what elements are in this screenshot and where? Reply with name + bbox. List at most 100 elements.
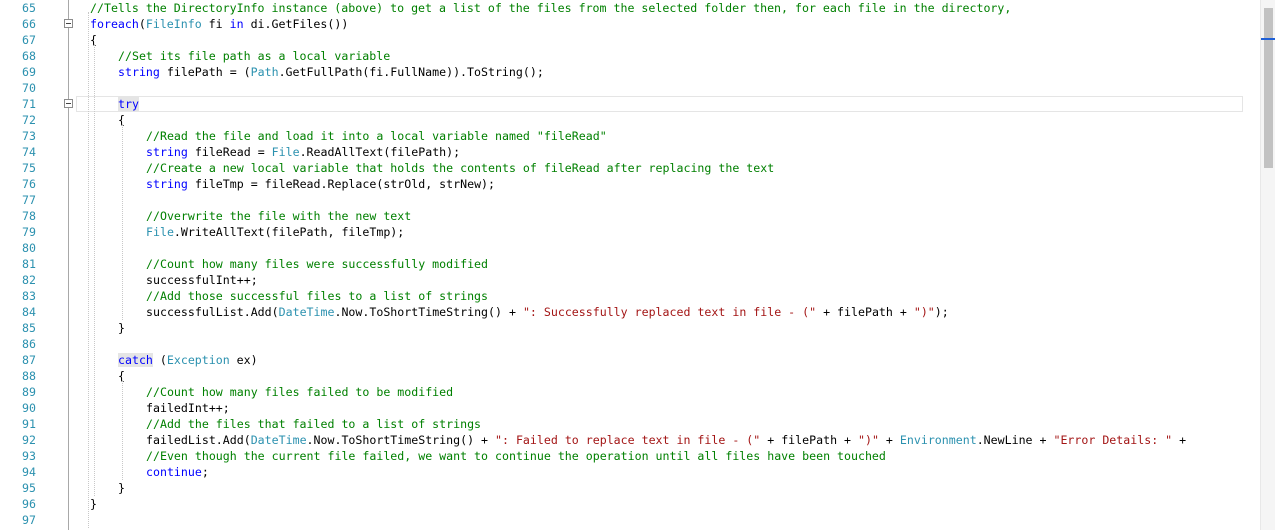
collapse-toggle-icon[interactable]	[64, 99, 73, 108]
code-token: .WriteAllText(filePath, fileTmp);	[173, 225, 405, 239]
line-number: 87	[22, 353, 36, 367]
code-token: }	[90, 497, 97, 511]
code-token: //Create a new local variable that holds…	[146, 161, 775, 175]
code-token: ": Successfully replaced text in file - …	[522, 305, 817, 319]
code-line[interactable]: }	[118, 320, 125, 336]
code-line[interactable]: }	[90, 496, 97, 512]
code-token: fileTmp = fileRead.Replace(strOld, strNe…	[187, 177, 496, 191]
line-number: 90	[22, 401, 36, 415]
code-token: Exception	[166, 353, 230, 367]
code-token: //Count how many files were successfully…	[146, 257, 489, 271]
line-number: 72	[22, 113, 36, 127]
line-number: 88	[22, 369, 36, 383]
code-token: in	[229, 17, 244, 31]
code-line[interactable]: string fileTmp = fileRead.Replace(strOld…	[146, 176, 495, 192]
code-token: continue	[146, 465, 202, 479]
line-number: 92	[22, 433, 36, 447]
code-line[interactable]: //Tells the DirectoryInfo instance (abov…	[90, 0, 1011, 16]
code-token: .Now.ToShortTimeString() +	[334, 305, 523, 319]
line-number: 67	[22, 33, 36, 47]
code-token: "Error Details: "	[1053, 433, 1173, 447]
caret-position-marker	[1261, 38, 1275, 40]
code-token: //Even though the current file failed, w…	[146, 449, 886, 463]
line-number: 91	[22, 417, 36, 431]
code-token: DateTime	[250, 433, 307, 447]
scrollbar-thumb[interactable]	[1264, 8, 1273, 168]
code-token: Environment	[899, 433, 977, 447]
line-number: 89	[22, 385, 36, 399]
line-number: 78	[22, 209, 36, 223]
line-number: 73	[22, 129, 36, 143]
code-token: string	[146, 145, 188, 159]
line-number: 66	[22, 17, 36, 31]
code-token: successfulList.Add(	[146, 305, 279, 319]
line-number: 86	[22, 337, 36, 351]
code-token: .ReadAllText(filePath);	[299, 145, 461, 159]
line-number: 79	[22, 225, 36, 239]
code-token: //Add those successful files to a list o…	[146, 289, 489, 303]
code-token: filePath = (	[159, 65, 251, 79]
code-line[interactable]: string filePath = (Path.GetFullPath(fi.F…	[118, 64, 544, 80]
line-number: 85	[22, 321, 36, 335]
line-number: 84	[22, 305, 36, 319]
code-editor[interactable]: 65 66 67 68 69 70 71 72 73 74 75 76 77 78 79 80 81 82 83 84…	[0, 0, 1275, 530]
code-line[interactable]: continue;	[146, 464, 209, 480]
line-number: 65	[22, 1, 36, 15]
code-line[interactable]: //Overwrite the file with the new text	[146, 208, 411, 224]
code-line[interactable]: File.WriteAllText(filePath, fileTmp);	[146, 224, 404, 240]
code-token: }	[118, 321, 125, 335]
code-token: successfulInt++;	[146, 273, 258, 287]
line-number: 80	[22, 241, 36, 255]
vertical-scrollbar[interactable]	[1260, 0, 1275, 530]
code-line[interactable]: //Create a new local variable that holds…	[146, 160, 774, 176]
line-number: 93	[22, 449, 36, 463]
code-token: .Now.ToShortTimeString() +	[306, 433, 496, 447]
line-number: 97	[22, 513, 36, 527]
collapse-toggle-icon[interactable]	[64, 19, 73, 28]
code-line[interactable]: //Add those successful files to a list o…	[146, 288, 488, 304]
code-line[interactable]: successfulInt++;	[146, 272, 258, 288]
code-token: di.GetFiles())	[243, 17, 349, 31]
code-token: //Tells the DirectoryInfo instance (abov…	[90, 1, 1012, 15]
line-number: 69	[22, 65, 36, 79]
line-number: 81	[22, 257, 36, 271]
code-line[interactable]: //Set its file path as a local variable	[118, 48, 390, 64]
code-line[interactable]: //Add the files that failed to a list of…	[146, 416, 481, 432]
code-token: + filePath +	[816, 305, 914, 319]
line-number: 76	[22, 177, 36, 191]
line-number: 74	[22, 145, 36, 159]
current-line-highlight	[76, 96, 1243, 112]
outlining-margin	[60, 0, 76, 530]
code-token: (	[138, 17, 146, 31]
code-line[interactable]: //Count how many files were successfully…	[146, 256, 488, 272]
code-token: +	[1172, 433, 1187, 447]
code-token: fileRead =	[187, 145, 272, 159]
line-number: 82	[22, 273, 36, 287]
code-line[interactable]: //Count how many files failed to be modi…	[146, 384, 453, 400]
code-token: //Add the files that failed to a list of…	[146, 417, 482, 431]
code-token: ;	[201, 465, 209, 479]
code-token: string	[146, 177, 188, 191]
line-number: 96	[22, 497, 36, 511]
code-token: ")"	[858, 433, 879, 447]
code-line[interactable]: catch (Exception ex)	[118, 352, 258, 368]
code-line[interactable]: //Even though the current file failed, w…	[146, 448, 886, 464]
code-token: fi	[201, 17, 230, 31]
code-line[interactable]: failedInt++;	[146, 400, 230, 416]
code-line[interactable]: failedList.Add(DateTime.Now.ToShortTimeS…	[146, 432, 1186, 448]
code-token: +	[878, 433, 900, 447]
code-line[interactable]: string fileRead = File.ReadAllText(fileP…	[146, 144, 460, 160]
code-line[interactable]: foreach(FileInfo fi in di.GetFiles())	[90, 16, 348, 32]
code-area[interactable]: //Tells the DirectoryInfo instance (abov…	[76, 0, 1261, 530]
indent-guide	[122, 124, 123, 320]
code-token: .NewLine +	[976, 433, 1054, 447]
code-token: ": Failed to replace text in file - ("	[495, 433, 761, 447]
line-number: 94	[22, 465, 36, 479]
code-token: foreach	[90, 17, 139, 31]
indent-guide	[122, 380, 123, 480]
code-token: ex)	[229, 353, 258, 367]
line-number: 71	[22, 97, 36, 111]
code-line[interactable]: successfulList.Add(DateTime.Now.ToShortT…	[146, 304, 949, 320]
code-line[interactable]: //Read the file and load it into a local…	[146, 128, 607, 144]
code-line[interactable]: }	[118, 480, 125, 496]
